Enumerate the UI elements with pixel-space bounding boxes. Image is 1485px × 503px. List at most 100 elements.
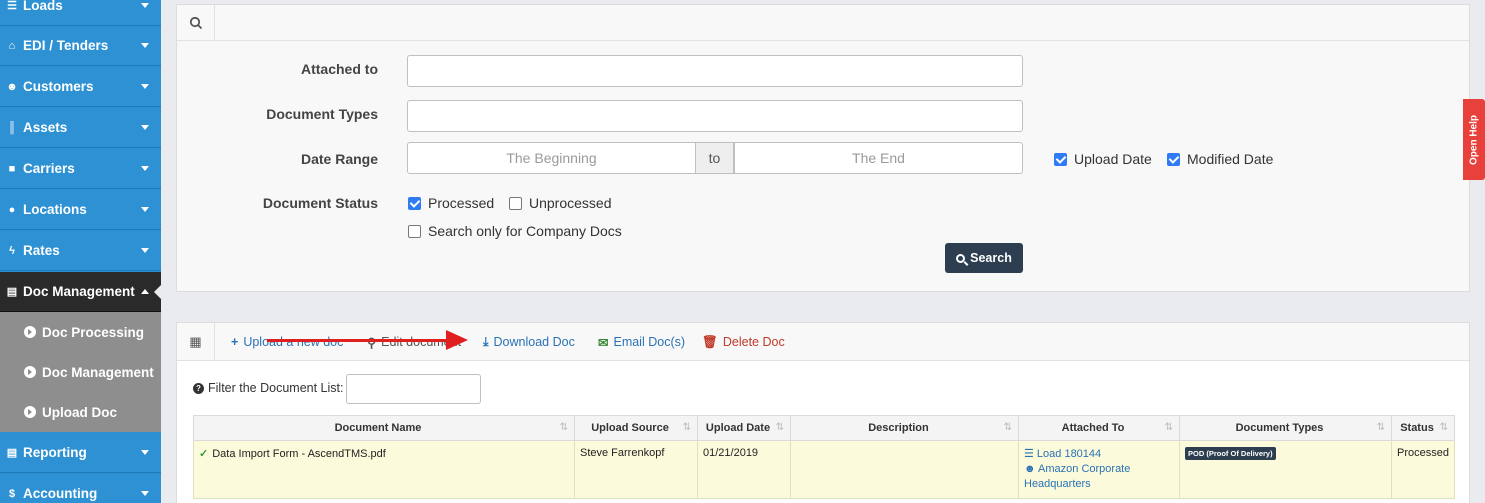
attached-customer-text: Amazon Corporate Headquarters <box>1024 463 1131 490</box>
chevron-down-icon <box>141 207 149 212</box>
truck-icon: ■ <box>8 162 16 175</box>
sidebar-item-label: Loads <box>23 0 63 13</box>
column-header-status[interactable]: Status ⇅ <box>1391 415 1455 441</box>
chevron-down-icon <box>141 125 149 130</box>
upload-doc-button[interactable]: + Upload a new doc <box>231 323 343 361</box>
search-button-label: Search <box>970 251 1012 265</box>
cell-upload-date: 01/21/2019 <box>697 440 791 499</box>
list-icon: ☰ <box>7 0 17 12</box>
header-label: Status <box>1400 422 1434 434</box>
sidebar-item-accounting[interactable]: $ Accounting <box>0 474 161 503</box>
attached-load-link[interactable]: ☰ Load 180144 <box>1024 447 1174 462</box>
annotation-arrow-shaft <box>267 339 457 342</box>
company-docs-checkbox[interactable]: Search only for Company Docs <box>408 223 622 239</box>
file-icon: ▤ <box>6 286 18 298</box>
barcode-icon: ║ <box>8 121 16 134</box>
column-header-document-types[interactable]: Document Types ⇅ <box>1179 415 1392 441</box>
column-header-upload-source[interactable]: Upload Source ⇅ <box>574 415 698 441</box>
sidebar-item-carriers[interactable]: ■ Carriers <box>0 149 161 189</box>
sidebar-subitem-label: Doc Management <box>42 364 154 380</box>
sidebar-subitem-doc-processing[interactable]: Doc Processing <box>0 312 161 352</box>
sidebar-item-doc-management[interactable]: ▤ Doc Management <box>0 272 162 312</box>
chevron-down-icon <box>141 166 149 171</box>
list-icon: ☰ <box>1024 448 1037 460</box>
sort-icon: ⇅ <box>682 422 691 433</box>
sort-icon: ⇅ <box>1003 422 1012 433</box>
inbox-icon: ⌂ <box>8 39 16 52</box>
header-label: Upload Date <box>705 422 771 434</box>
sidebar-item-label: EDI / Tenders <box>23 38 109 53</box>
chevron-up-icon <box>141 289 149 294</box>
document-status-label: Document Status <box>262 195 378 211</box>
sidebar-item-assets[interactable]: ║ Assets <box>0 108 161 148</box>
filter-input[interactable] <box>346 374 481 404</box>
cell-attached-to: ☰ Load 180144 ☻ Amazon Corporate Headqua… <box>1018 440 1180 499</box>
map-marker-icon: ● <box>8 203 16 216</box>
cell-document-types: POD (Proof Of Delivery) <box>1179 440 1392 499</box>
document-toolbar: ▦ + Upload a new doc ⚲ Edit document ⤓ D… <box>177 322 1469 361</box>
search-icon <box>177 4 215 41</box>
sidebar-subitem-doc-management[interactable]: Doc Management <box>0 352 161 392</box>
cell-status: Processed <box>1391 440 1455 499</box>
annotation-arrow-head <box>446 330 468 350</box>
open-help-label: Open Help <box>1468 114 1480 165</box>
chevron-down-icon <box>141 3 149 8</box>
table-row[interactable]: ✓ Data Import Form - AscendTMS.pdf Steve … <box>193 440 1455 499</box>
chevron-down-icon <box>141 84 149 89</box>
chevron-down-icon <box>141 43 149 48</box>
question-icon: ? <box>193 382 204 394</box>
filter-label-text: Filter the Document List: <box>208 381 344 395</box>
cell-document-name: ✓ Data Import Form - AscendTMS.pdf <box>193 440 575 499</box>
sidebar-item-edi-tenders[interactable]: ⌂ EDI / Tenders <box>0 26 161 66</box>
column-header-description[interactable]: Description ⇅ <box>790 415 1019 441</box>
users-icon: ☻ <box>1024 463 1039 475</box>
document-types-input[interactable] <box>407 100 1023 132</box>
sidebar-item-rates[interactable]: ϟ Rates <box>0 231 161 271</box>
attached-to-input[interactable] <box>407 55 1023 87</box>
sidebar-item-label: Accounting <box>23 486 98 501</box>
sidebar-item-label: Carriers <box>23 161 75 176</box>
open-help-tab[interactable]: Open Help <box>1463 99 1485 180</box>
attached-customer-link[interactable]: ☻ Amazon Corporate Headquarters <box>1024 462 1174 492</box>
cell-description <box>790 440 1019 499</box>
header-label: Document Types <box>1235 422 1324 434</box>
delete-doc-label: Delete Doc <box>722 335 785 349</box>
date-from-input[interactable] <box>407 142 696 174</box>
date-range-to-addon: to <box>695 142 734 174</box>
delete-doc-button[interactable]: 🗑 Delete Doc <box>702 323 785 361</box>
table-header-row: Document Name ⇅ Upload Source ⇅ Upload Dat… <box>193 415 1455 441</box>
users-icon: ☻ <box>6 80 18 93</box>
sidebar-item-label: Assets <box>23 120 68 135</box>
sidebar-item-locations[interactable]: ● Locations <box>0 190 161 230</box>
download-doc-button[interactable]: ⤓ Download Doc <box>483 323 575 361</box>
column-header-document-name[interactable]: Document Name ⇅ <box>193 415 575 441</box>
email-doc-button[interactable]: ✉ Email Doc(s) <box>598 323 685 361</box>
attached-to-label: Attached to <box>301 61 378 77</box>
modified-date-checkbox[interactable]: Modified Date <box>1167 151 1273 167</box>
sidebar-item-customers[interactable]: ☻ Customers <box>0 67 161 107</box>
sidebar-subitem-upload-doc[interactable]: Upload Doc <box>0 392 161 432</box>
cell-upload-source: Steve Farrenkopf <box>574 440 698 499</box>
unprocessed-checkbox[interactable]: Unprocessed <box>509 195 612 211</box>
search-button[interactable]: Search <box>945 243 1023 273</box>
document-types-label: Document Types <box>266 106 378 122</box>
sidebar-subitem-label: Doc Processing <box>42 324 145 340</box>
sort-icon: ⇅ <box>559 422 568 433</box>
company-docs-label: Search only for Company Docs <box>428 223 622 239</box>
file-icon: ▤ <box>6 447 18 459</box>
processed-checkbox[interactable]: Processed <box>408 195 494 211</box>
sidebar-item-loads[interactable]: ☰ Loads <box>0 0 161 26</box>
attached-load-text: Load 180144 <box>1036 448 1102 460</box>
bolt-icon: ϟ <box>9 244 15 257</box>
date-to-input[interactable] <box>734 142 1023 174</box>
upload-date-checkbox[interactable]: Upload Date <box>1054 151 1152 167</box>
column-header-attached-to[interactable]: Attached To ⇅ <box>1018 415 1180 441</box>
circle-arrow-icon <box>24 366 36 378</box>
column-header-upload-date[interactable]: Upload Date ⇅ <box>697 415 791 441</box>
sort-icon: ⇅ <box>775 422 784 433</box>
upload-date-label: Upload Date <box>1074 151 1152 167</box>
header-label: Document Name <box>334 422 422 434</box>
sidebar-item-label: Customers <box>23 79 94 94</box>
sidebar-item-reporting[interactable]: ▤ Reporting <box>0 433 161 473</box>
sidebar-item-label: Reporting <box>23 445 87 460</box>
